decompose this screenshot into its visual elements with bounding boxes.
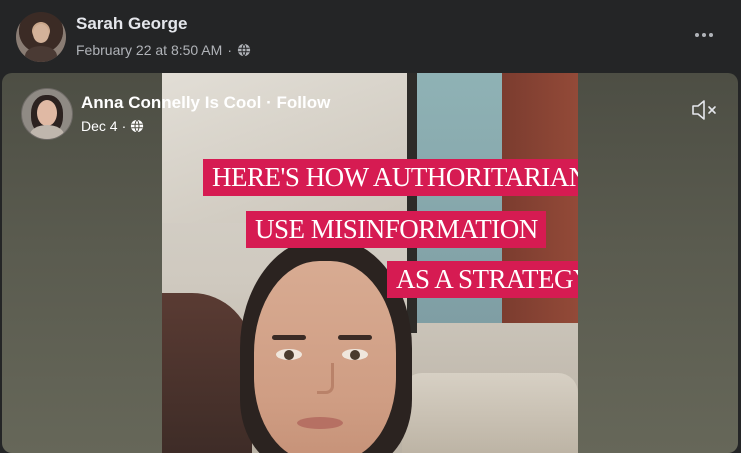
author-avatar[interactable] bbox=[16, 12, 66, 62]
follow-button[interactable]: Follow bbox=[277, 93, 331, 112]
page-name[interactable]: Anna Connelly Is Cool bbox=[81, 93, 261, 112]
video-caption-line-3: AS A STRATEGY bbox=[387, 261, 578, 299]
post-header: Sarah George February 22 at 8:50 AM · bbox=[0, 0, 741, 72]
post-meta: February 22 at 8:50 AM · bbox=[76, 42, 251, 58]
globe-icon bbox=[131, 119, 144, 133]
page-title-row: Anna Connelly Is Cool · Follow bbox=[81, 93, 330, 113]
video-caption-line-2: USE MISINFORMATION bbox=[246, 211, 546, 249]
shared-video-card[interactable]: HERE'S HOW AUTHORITARIANS USE MISINFORMA… bbox=[2, 73, 738, 453]
globe-icon bbox=[237, 43, 251, 57]
title-dot: · bbox=[261, 93, 277, 112]
page-avatar[interactable] bbox=[21, 88, 73, 140]
video-meta: Dec 4 · bbox=[81, 118, 144, 134]
speaker-muted-icon[interactable] bbox=[690, 97, 720, 123]
video-date[interactable]: Dec 4 bbox=[81, 118, 118, 134]
more-horizontal-icon bbox=[695, 33, 699, 37]
author-name[interactable]: Sarah George bbox=[76, 14, 188, 34]
more-options-button[interactable] bbox=[689, 24, 719, 46]
video-caption-line-1: HERE'S HOW AUTHORITARIANS bbox=[203, 159, 578, 197]
post-timestamp[interactable]: February 22 at 8:50 AM bbox=[76, 42, 222, 58]
meta-separator: · bbox=[227, 42, 232, 58]
video-frame[interactable]: HERE'S HOW AUTHORITARIANS USE MISINFORMA… bbox=[162, 73, 578, 453]
video-meta-separator: · bbox=[121, 118, 127, 134]
